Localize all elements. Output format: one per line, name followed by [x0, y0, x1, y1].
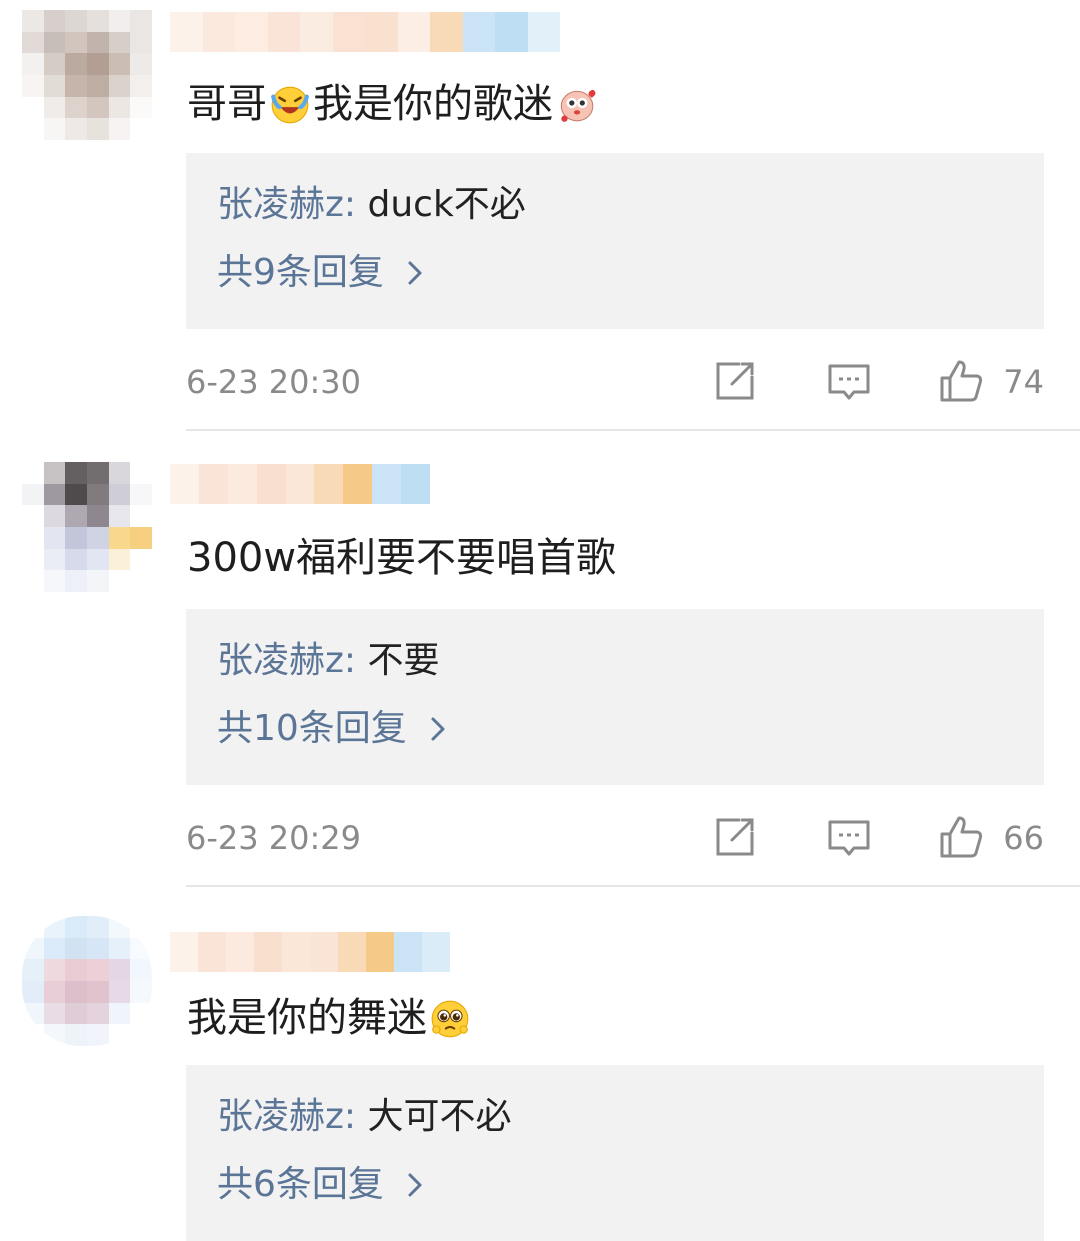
- reply-author[interactable]: 张凌赫z:: [217, 640, 356, 681]
- comment-meta: 6-23 20:29 66: [186, 808, 1044, 868]
- laughing-crying-emoji: [271, 86, 309, 124]
- reply-text: duck不必: [367, 184, 526, 225]
- avatar-blurred[interactable]: [22, 10, 152, 140]
- view-replies-link[interactable]: 共6条回复: [217, 1161, 428, 1209]
- comment-icon[interactable]: [826, 814, 872, 860]
- share-icon[interactable]: [712, 814, 758, 860]
- reply-preview: 张凌赫z: duck不必: [217, 181, 526, 229]
- share-icon[interactable]: [712, 358, 758, 404]
- comment-item: 300w福利要不要唱首歌 张凌赫z: 不要 共10条回复 6-23 20:29 …: [0, 430, 1080, 886]
- like-count: 66: [1003, 819, 1044, 857]
- timestamp: 6-23 20:30: [186, 363, 362, 401]
- cute-creature-emoji: [560, 89, 596, 122]
- username-blurred[interactable]: [170, 464, 430, 504]
- like-icon[interactable]: [938, 358, 984, 404]
- chevron-right-icon: [408, 1173, 422, 1197]
- comment-meta: 6-23 20:30 74: [186, 352, 1044, 412]
- reply-preview: 张凌赫z: 大可不必: [217, 1093, 512, 1141]
- like-icon[interactable]: [938, 814, 984, 860]
- reply-text: 大可不必: [367, 1096, 512, 1137]
- view-replies-link[interactable]: 共10条回复: [217, 705, 451, 753]
- timestamp: 6-23 20:29: [186, 819, 362, 857]
- avatar-blurred[interactable]: [22, 462, 152, 592]
- reply-preview-box[interactable]: 张凌赫z: 大可不必 共6条回复: [186, 1065, 1044, 1241]
- avatar-blurred[interactable]: [22, 916, 152, 1046]
- reply-preview: 张凌赫z: 不要: [217, 637, 440, 685]
- username-blurred[interactable]: [170, 932, 450, 972]
- comment-item: 哥哥 我是你的歌迷 张凌赫z: duck不必 共9条回复 6-23 20:30 …: [0, 0, 1080, 430]
- reply-preview-box[interactable]: 张凌赫z: 不要 共10条回复: [186, 609, 1044, 785]
- comment-text: 300w福利要不要唱首歌: [187, 535, 617, 581]
- comment-text: 哥哥 我是你的歌迷: [187, 78, 599, 130]
- reply-text: 不要: [367, 640, 440, 681]
- like-count: 74: [1003, 363, 1044, 401]
- comment-icon[interactable]: [826, 358, 872, 404]
- chevron-right-icon: [408, 261, 422, 285]
- view-replies-link[interactable]: 共9条回复: [217, 249, 428, 297]
- reply-preview-box[interactable]: 张凌赫z: duck不必 共9条回复: [186, 153, 1044, 329]
- reply-author[interactable]: 张凌赫z:: [217, 184, 356, 225]
- reply-author[interactable]: 张凌赫z:: [217, 1096, 356, 1137]
- chevron-right-icon: [431, 717, 445, 741]
- pleading-face-emoji: [431, 1000, 469, 1038]
- comment-item: 我是你的舞迷 张凌赫z: 大可不必 共6条回复: [0, 886, 1080, 1241]
- username-blurred[interactable]: [170, 12, 560, 52]
- comment-text: 我是你的舞迷: [187, 992, 473, 1044]
